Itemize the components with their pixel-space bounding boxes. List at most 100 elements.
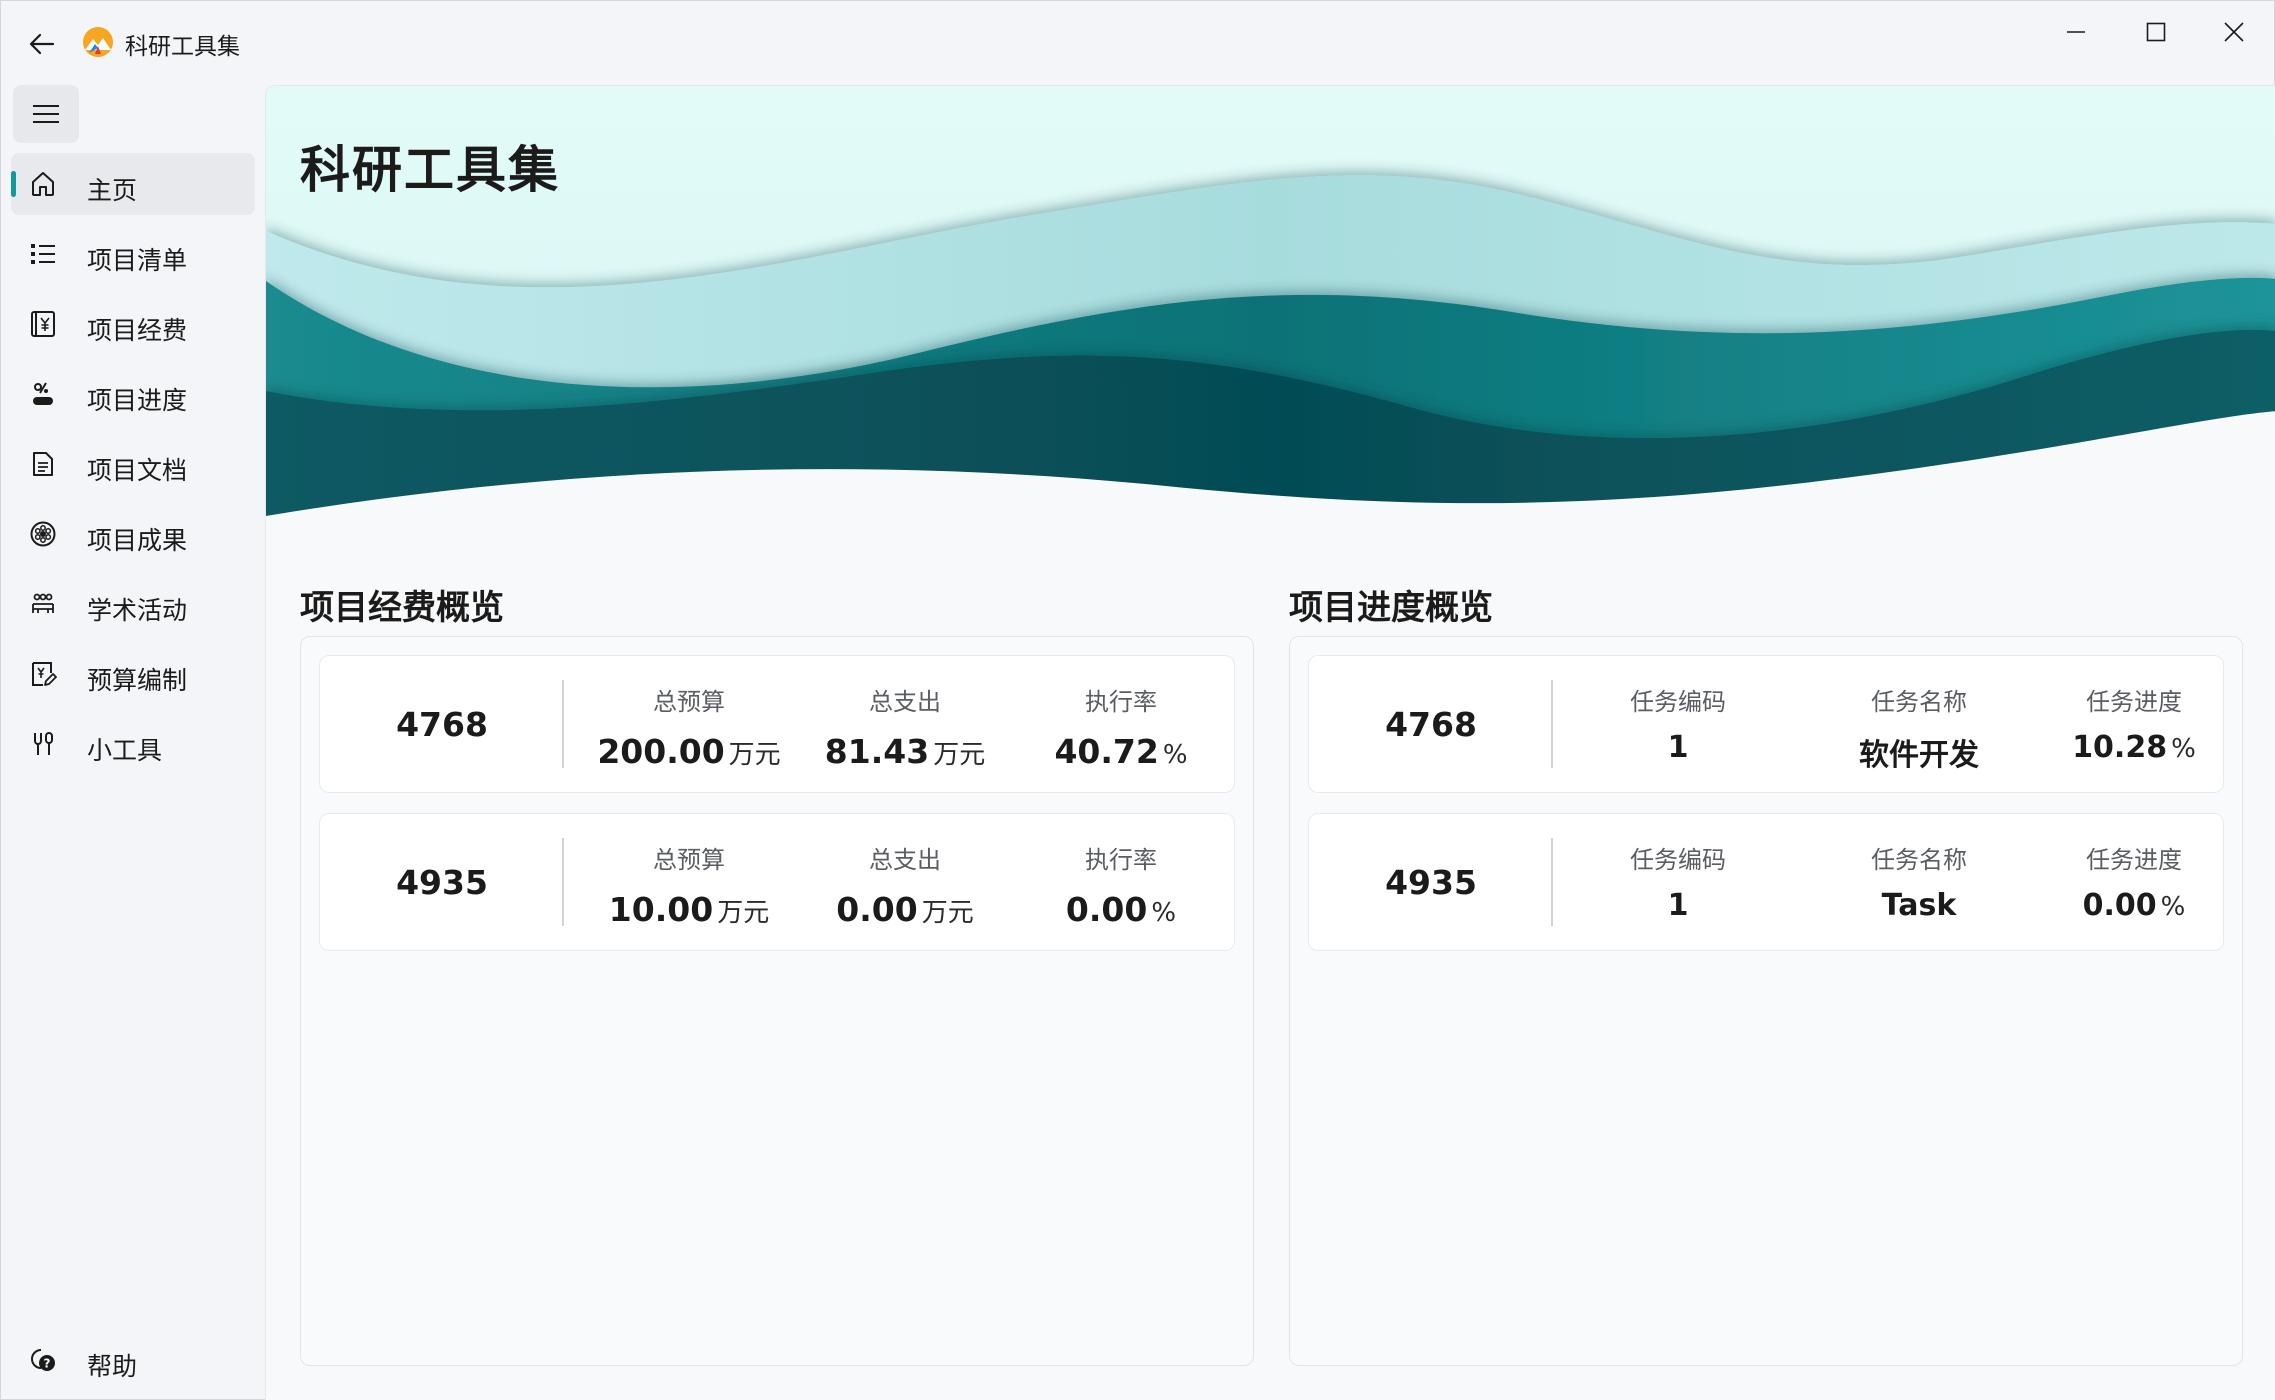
sidebar-item-label: 项目成果 [87, 526, 188, 555]
card-divider [1551, 838, 1553, 926]
execution-rate-unit: % [1162, 740, 1188, 770]
sidebar-item-tools[interactable]: 小工具 [11, 713, 255, 775]
task-progress-label: 任务进度 [2086, 688, 2182, 716]
back-button[interactable] [21, 23, 63, 65]
sidebar-item-home[interactable]: 主页 [11, 153, 255, 215]
progress-icon [29, 380, 57, 408]
task-progress-label: 任务进度 [2086, 846, 2182, 874]
sidebar-item-label: 项目清单 [87, 246, 188, 275]
task-name-value: Task [1881, 888, 1957, 923]
task-code: 任务编码 1 [1573, 656, 1783, 792]
main-content: 科研工具集 项目经费概览 4768 总预算 200.00 万元 总支出 81.43… [265, 85, 2275, 1400]
minimize-button[interactable] [2041, 11, 2111, 53]
sidebar-item-label: 学术活动 [87, 596, 188, 625]
home-icon [29, 170, 57, 198]
navigation-sidebar: 主页 项目清单 项目经费 项目进度 项目文档 项目成果 学术活动 预算编制 小工… [1, 85, 265, 1400]
task-progress: 任务进度 10.28% [2039, 656, 2229, 792]
funding-card[interactable]: 4935 总预算 10.00 万元 总支出 0.00 万元 执行率 0.00% [319, 813, 1235, 951]
task-name: 任务名称 Task [1789, 814, 2049, 950]
wave-background [266, 86, 2275, 538]
minimize-icon [2067, 31, 2085, 33]
total-spent-unit: 万元 [933, 740, 986, 770]
sidebar-item-help[interactable]: ? 帮助 [11, 1329, 255, 1391]
execution-rate: 执行率 40.72% [1016, 656, 1226, 792]
list-icon [29, 240, 57, 268]
sidebar-item-project-progress[interactable]: 项目进度 [11, 363, 255, 425]
yuan-icon [29, 310, 57, 338]
project-id: 4768 [1385, 704, 1477, 744]
sidebar-item-project-docs[interactable]: 项目文档 [11, 433, 255, 495]
arrow-left-icon [29, 33, 55, 55]
sidebar-item-project-funding[interactable]: 项目经费 [11, 293, 255, 355]
sidebar-item-label: 帮助 [87, 1352, 138, 1381]
sidebar-item-project-results[interactable]: 项目成果 [11, 503, 255, 565]
task-progress-value: 10.28 [2072, 730, 2168, 765]
project-id: 4935 [1385, 862, 1477, 902]
execution-rate-unit: % [1151, 898, 1177, 928]
total-budget: 总预算 200.00 万元 [584, 656, 794, 792]
app-logo-icon [81, 25, 115, 59]
maximize-button[interactable] [2121, 11, 2191, 53]
document-icon [29, 450, 57, 478]
svg-text:?: ? [44, 1357, 51, 1371]
sidebar-item-label: 预算编制 [87, 666, 188, 695]
card-divider [1551, 680, 1553, 768]
active-indicator [11, 171, 16, 197]
execution-rate-label: 执行率 [1085, 688, 1157, 716]
task-code-value: 1 [1667, 888, 1689, 923]
total-spent: 总支出 0.00 万元 [800, 814, 1010, 950]
task-progress-unit: % [2171, 734, 2196, 764]
sidebar-item-project-list[interactable]: 项目清单 [11, 223, 255, 285]
close-button[interactable] [2199, 11, 2269, 53]
card-divider [562, 680, 564, 768]
execution-rate-value: 0.00 [1065, 890, 1148, 929]
total-spent-value: 0.00 [836, 890, 918, 929]
task-name-label: 任务名称 [1871, 688, 1967, 716]
progress-card[interactable]: 4935 任务编码 1 任务名称 Task 任务进度 0.00% [1308, 813, 2224, 951]
task-code-value: 1 [1667, 730, 1689, 765]
sidebar-item-label: 主页 [87, 176, 138, 205]
total-budget-value: 10.00 [608, 890, 714, 929]
task-name: 任务名称 软件开发 [1789, 656, 2049, 792]
funding-overview-title: 项目经费概览 [300, 588, 504, 628]
sidebar-item-label: 项目进度 [87, 386, 188, 415]
page-title: 科研工具集 [300, 141, 560, 199]
sidebar-item-budget-planning[interactable]: 预算编制 [11, 643, 255, 705]
project-id: 4768 [396, 704, 488, 744]
total-spent-label: 总支出 [869, 846, 941, 874]
task-name-value: 软件开发 [1859, 738, 1979, 773]
task-code-label: 任务编码 [1630, 688, 1726, 716]
total-spent-label: 总支出 [869, 688, 941, 716]
task-code: 任务编码 1 [1573, 814, 1783, 950]
progress-overview-title: 项目进度概览 [1289, 588, 1493, 628]
total-budget-value: 200.00 [597, 732, 725, 771]
menu-toggle-button[interactable] [13, 85, 79, 143]
funding-card[interactable]: 4768 总预算 200.00 万元 总支出 81.43 万元 执行率 40.72% [319, 655, 1235, 793]
window-title: 科研工具集 [125, 34, 240, 60]
hero-banner: 科研工具集 [266, 86, 2275, 538]
task-progress-unit: % [2160, 892, 2186, 922]
help-icon: ? [29, 1346, 57, 1374]
budget-icon [29, 660, 57, 688]
execution-rate-value: 40.72 [1054, 732, 1159, 771]
close-icon [2224, 22, 2244, 42]
title-bar: 科研工具集 [1, 1, 2274, 85]
project-id: 4935 [396, 862, 488, 902]
total-budget: 总预算 10.00 万元 [584, 814, 794, 950]
progress-card[interactable]: 4768 任务编码 1 任务名称 软件开发 任务进度 10.28% [1308, 655, 2224, 793]
progress-overview-panel: 4768 任务编码 1 任务名称 软件开发 任务进度 10.28% 4935 任… [1289, 636, 2243, 1366]
hamburger-icon [33, 105, 59, 123]
execution-rate: 执行率 0.00% [1016, 814, 1226, 950]
task-code-label: 任务编码 [1630, 846, 1726, 874]
total-budget-unit: 万元 [717, 898, 770, 928]
achievement-icon [29, 520, 57, 548]
funding-overview-panel: 4768 总预算 200.00 万元 总支出 81.43 万元 执行率 40.72%… [300, 636, 1254, 1366]
sidebar-item-label: 小工具 [87, 736, 163, 765]
task-progress-value: 0.00 [2082, 888, 2157, 923]
task-name-label: 任务名称 [1871, 846, 1967, 874]
total-budget-unit: 万元 [728, 740, 781, 770]
total-budget-label: 总预算 [653, 688, 725, 716]
app-window: 科研工具集 主页 项目清单 项目经费 项目进度 项目文档 项目成果 学术活动 预… [0, 0, 2275, 1400]
total-spent-value: 81.43 [824, 732, 930, 771]
sidebar-item-academic-activities[interactable]: 学术活动 [11, 573, 255, 635]
